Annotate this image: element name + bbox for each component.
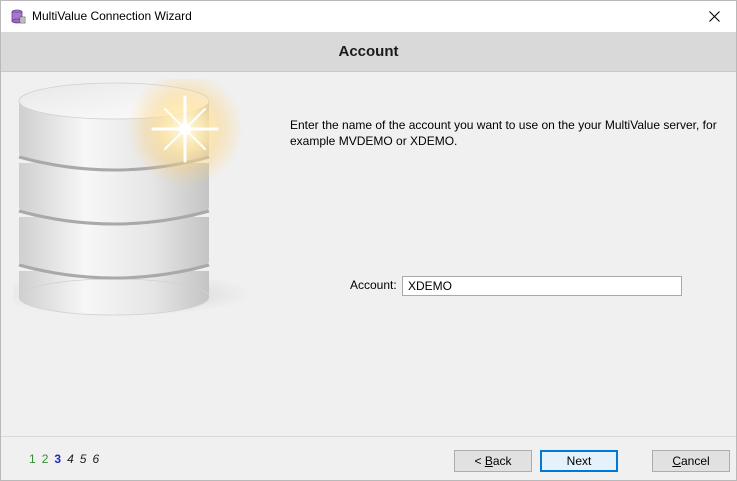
cancel-button-mnemonic: C [672,454,681,468]
window-title: MultiValue Connection Wizard [32,9,192,23]
cancel-button[interactable]: Cancel [652,450,730,472]
back-button[interactable]: < Back [454,450,532,472]
close-icon [708,11,720,22]
close-button[interactable] [692,1,736,32]
step-indicator: 1 2 3 4 5 6 [29,452,99,466]
database-wizard-icon [10,8,26,25]
page-title: Account [338,43,399,60]
instructions-text: Enter the name of the account you want t… [290,118,717,148]
step-5: 5 [79,452,87,466]
title-bar: MultiValue Connection Wizard [1,1,736,32]
wizard-content: Enter the name of the account you want t… [1,73,736,436]
back-button-mnemonic: B [484,454,493,468]
step-4: 4 [67,452,74,466]
step-3: 3 [54,452,62,466]
next-button[interactable]: Next [540,450,618,472]
next-button-label: Next [566,454,592,468]
step-1: 1 [29,452,36,466]
wizard-footer: 1 2 3 4 5 6 < Back Next Cancel [1,436,736,480]
wizard-window: MultiValue Connection Wizard Account Ent… [0,0,737,481]
cancel-button-rest: ancel [680,454,710,468]
back-button-prefix: < [474,454,485,468]
step-6: 6 [92,452,100,466]
page-header: Account [1,32,736,72]
back-button-rest: ack [492,454,512,468]
step-2: 2 [41,452,49,466]
database-icon [13,79,253,316]
account-label: Account: [350,278,397,292]
account-input[interactable] [402,276,682,296]
